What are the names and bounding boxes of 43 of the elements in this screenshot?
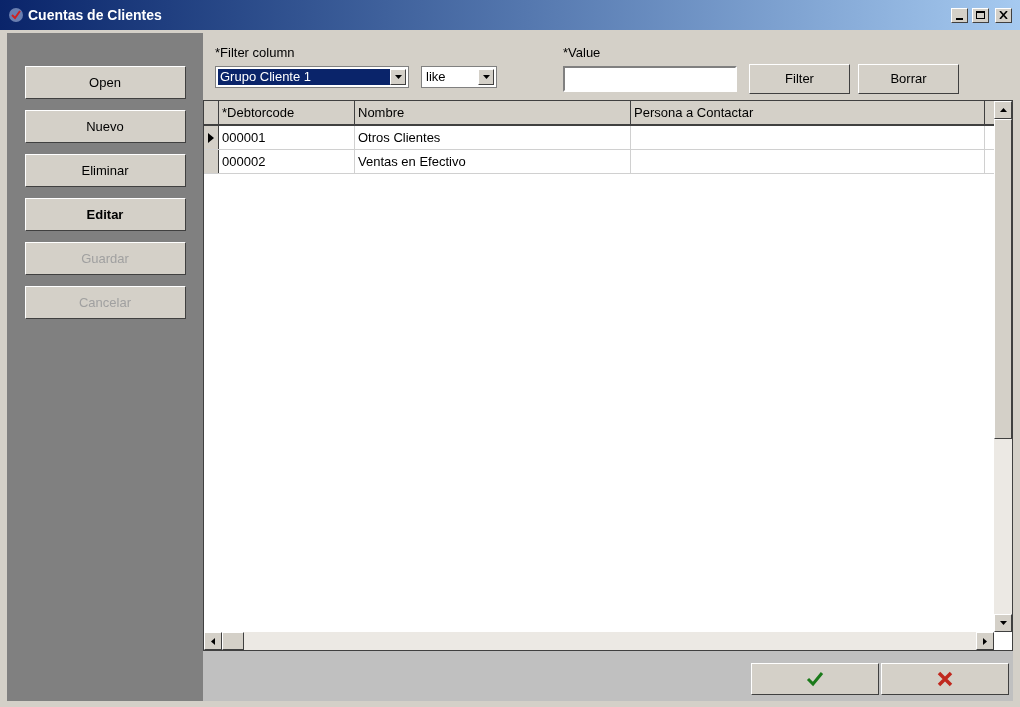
ok-button[interactable]: [751, 663, 879, 695]
maximize-button[interactable]: [972, 7, 989, 23]
maximize-icon: [976, 11, 985, 19]
up-arrow-icon: [999, 108, 1007, 112]
table-cell: Otros Clientes: [355, 126, 631, 149]
app-icon: [8, 7, 24, 23]
filter-button[interactable]: Borrar: [858, 64, 959, 94]
side-button[interactable]: Editar: [24, 198, 186, 231]
cancel-button[interactable]: [881, 663, 1009, 695]
filter-button[interactable]: Filter: [749, 64, 850, 94]
scrollbar-thumb[interactable]: [222, 632, 244, 650]
table-cell: 000002: [219, 150, 355, 173]
side-button[interactable]: Open: [24, 66, 186, 99]
value-label: *Value: [563, 44, 602, 62]
horizontal-scrollbar[interactable]: [204, 632, 994, 650]
minimize-button[interactable]: [951, 7, 968, 23]
column-header[interactable]: Persona a Contactar: [631, 101, 985, 124]
row-selector[interactable]: [204, 126, 219, 149]
row-pointer-icon: [208, 132, 214, 143]
operator-dropdown[interactable]: like: [421, 65, 497, 88]
side-button[interactable]: Nuevo: [24, 110, 186, 143]
column-header[interactable]: Nombre: [355, 101, 631, 124]
side-button[interactable]: Eliminar: [24, 154, 186, 187]
window-title: Cuentas de Clientes: [28, 5, 162, 25]
vertical-scrollbar[interactable]: [994, 101, 1012, 632]
right-arrow-icon: [983, 637, 987, 645]
column-dropdown[interactable]: Grupo Cliente 1: [215, 65, 409, 88]
scrollbar-thumb[interactable]: [994, 119, 1012, 439]
close-button[interactable]: [995, 7, 1012, 23]
caret-icon: [394, 74, 402, 79]
table-cell: 000001: [219, 126, 355, 149]
row-selector[interactable]: [204, 150, 219, 173]
close-icon: [936, 670, 954, 688]
column-header[interactable]: *Debtorcode: [219, 101, 355, 124]
close-icon: [999, 11, 1008, 19]
down-arrow-icon: [999, 621, 1007, 625]
caret-icon: [482, 74, 490, 79]
minimize-icon: [956, 17, 963, 20]
check-icon: [806, 670, 824, 688]
filter-column-label: *Filter column: [215, 44, 296, 62]
left-arrow-icon: [211, 637, 215, 645]
table-cell: Ventas en Efectivo: [355, 150, 631, 173]
value-field[interactable]: [563, 65, 737, 92]
